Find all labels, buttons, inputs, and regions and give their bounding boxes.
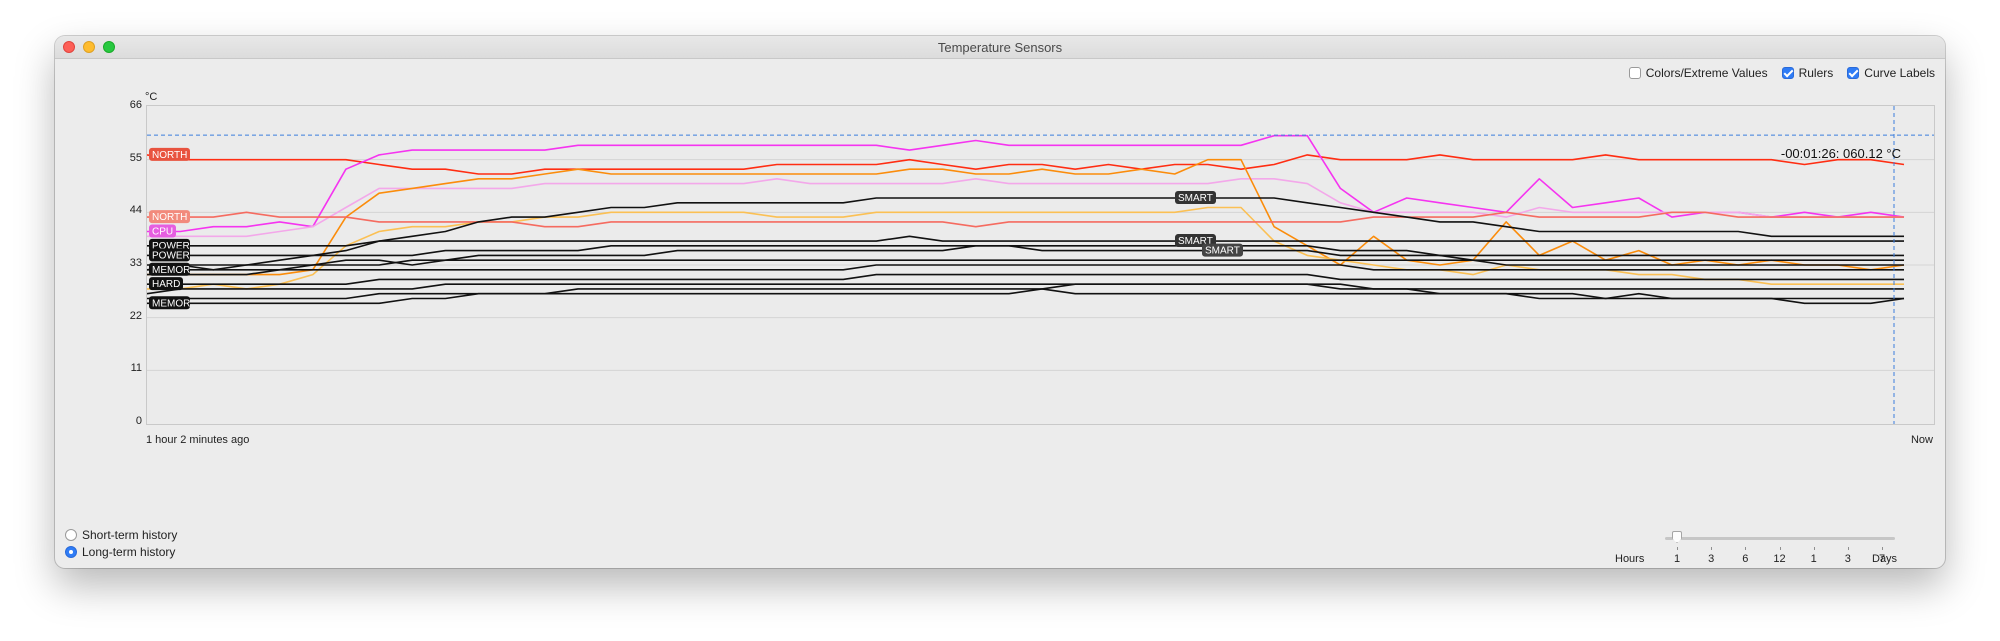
curve-label-text: MEMOR: [152, 265, 190, 276]
curve-label-text: HARD: [152, 279, 180, 290]
colors-extreme-checkbox[interactable]: [1628, 67, 1641, 79]
slider-tick-label: 3: [1708, 553, 1715, 565]
slider-tick-label: 6: [1742, 553, 1749, 565]
slider-thumb[interactable]: [1672, 531, 1682, 543]
rulers-label: Rulers: [1798, 66, 1834, 80]
slider-tick: [1847, 547, 1849, 550]
series-line: [147, 264, 1904, 276]
x-axis-end-label: Now: [1910, 434, 1933, 446]
short-term-label: Short-term history: [82, 527, 178, 542]
curve-label: NORTH: [149, 210, 190, 224]
curve-labels-label: Curve Labels: [1864, 66, 1935, 80]
curve-label: SMART: [1175, 190, 1216, 204]
curve-label: POWER: [149, 248, 190, 262]
cursor-readout: -00:01:26: 060.12 °C: [1780, 146, 1901, 161]
series-line: [147, 235, 1904, 247]
curve-label-text: POWER: [152, 250, 190, 261]
rulers-option[interactable]: Rulers: [1781, 66, 1834, 80]
curve-label: CPU: [149, 224, 176, 238]
slider-tick-label: 12: [1773, 553, 1786, 565]
display-options: Colors/Extreme Values Rulers Curve Label…: [1628, 66, 1935, 80]
curve-label: MEMOR: [149, 296, 190, 310]
slider-tick-label: 1: [1673, 553, 1681, 565]
slider-tick: [1882, 547, 1883, 550]
colors-extreme-option[interactable]: Colors/Extreme Values: [1628, 66, 1768, 80]
y-tick-label: 0: [135, 415, 142, 427]
slider-tick: [1745, 547, 1747, 550]
x-axis-start-label: 1 hour 2 minutes ago: [146, 434, 250, 446]
y-tick-label: 22: [129, 309, 142, 322]
curve-label: MEMOR: [149, 262, 190, 276]
curve-label-text: SMART: [1178, 193, 1213, 204]
rulers-checkbox[interactable]: [1781, 67, 1794, 79]
curve-label-text: SMART: [1205, 246, 1240, 257]
short-term-radio[interactable]: [65, 528, 77, 541]
curve-label: NORTH: [149, 147, 190, 161]
temperature-chart[interactable]: NORTH NORTH CPU POWER POWER MEMOR HARD MEMOR SMA…: [146, 105, 1935, 425]
slider-tick-label: 3: [1844, 553, 1851, 565]
series-line: [147, 273, 1904, 285]
y-tick-label: 55: [129, 151, 142, 164]
y-tick-label: 44: [129, 204, 142, 217]
y-tick-label: 66: [129, 99, 142, 111]
y-tick-label: 11: [130, 362, 142, 375]
long-term-history-option[interactable]: Long-term history: [65, 543, 177, 560]
short-term-history-option[interactable]: Short-term history: [65, 526, 177, 543]
long-term-radio[interactable]: [65, 545, 77, 558]
title-bar: Temperature Sensors: [55, 36, 1945, 59]
window-title: Temperature Sensors: [937, 40, 1063, 55]
slider-tick: [1677, 547, 1678, 550]
curve-label-text: MEMOR: [152, 298, 190, 309]
app-window: Temperature Sensors Colors/Extreme Value…: [55, 36, 1945, 568]
series-line: [147, 211, 1904, 228]
curve-label: SMART: [1202, 243, 1243, 257]
slider-tick-label: 1: [1810, 553, 1817, 565]
slider-tick: [1813, 547, 1815, 550]
slider-tick: [1711, 547, 1713, 550]
y-tick-label: 33: [129, 257, 142, 269]
colors-extreme-label: Colors/Extreme Values: [1645, 66, 1768, 80]
curve-label-text: NORTH: [152, 212, 187, 223]
history-mode-group: Short-term history Long-term history: [65, 526, 177, 560]
series-line: [147, 197, 1904, 271]
chart-canvas: NORTHNORTHCPUPOWERPOWERMEMORHARDMEMORSMA…: [147, 106, 1934, 424]
y-axis-unit: °C: [145, 91, 158, 103]
slider-start-label: Hours: [1615, 553, 1645, 565]
curve-label: HARD: [149, 277, 183, 291]
curve-labels-checkbox[interactable]: [1847, 67, 1860, 79]
slider-end-label: Days: [1872, 553, 1898, 565]
slider-track: [1665, 537, 1895, 540]
slider-tick: [1779, 547, 1781, 550]
curve-label-text: NORTH: [152, 150, 187, 161]
curve-labels-option[interactable]: Curve Labels: [1847, 66, 1935, 80]
long-term-label: Long-term history: [82, 544, 176, 559]
curve-label-text: CPU: [152, 226, 173, 237]
